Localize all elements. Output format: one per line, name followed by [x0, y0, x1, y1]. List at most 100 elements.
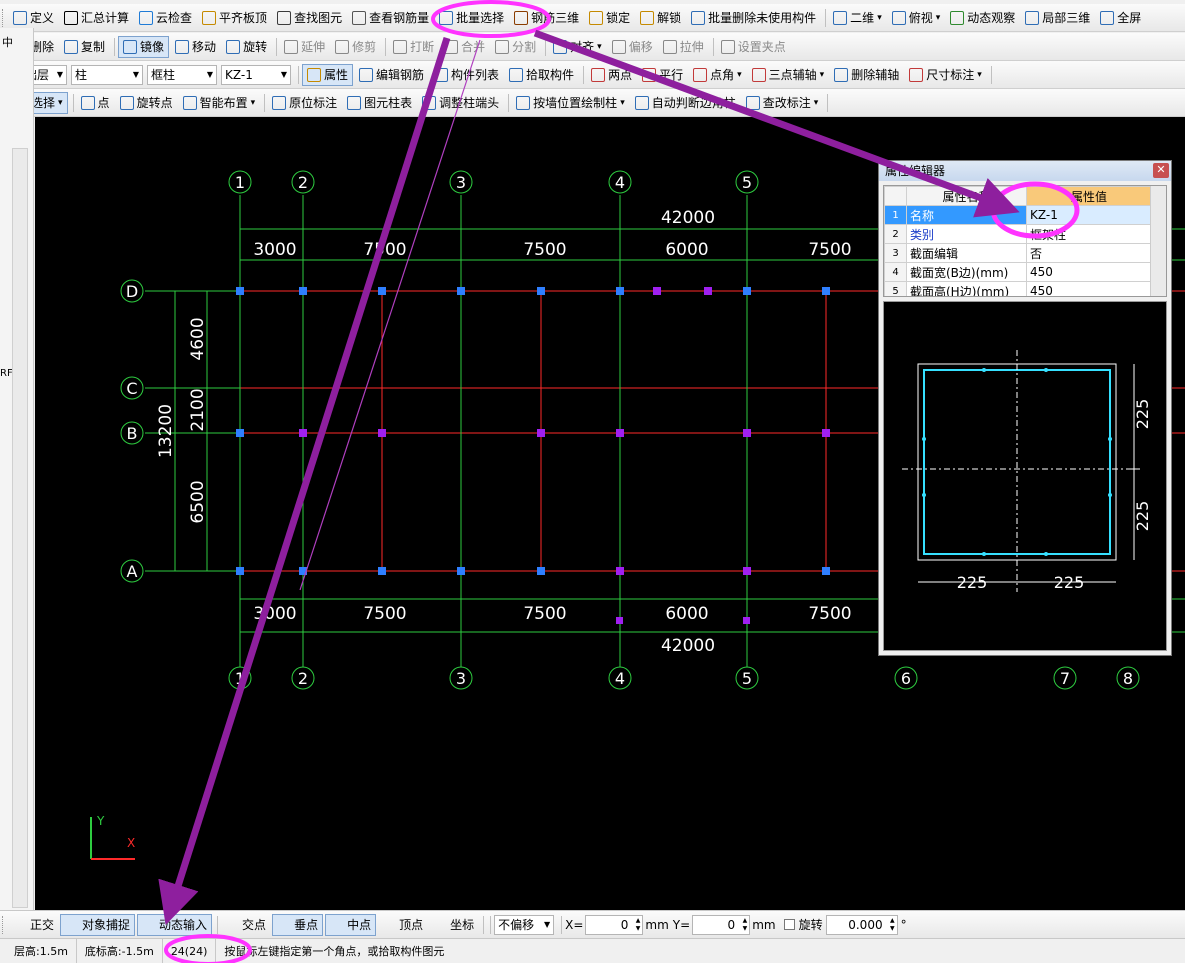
tool-move[interactable]: 移动: [171, 36, 220, 58]
tool-adjust-column-end[interactable]: 调整柱端头: [418, 92, 503, 114]
column-kz-1: [299, 287, 307, 295]
property-row[interactable]: 2 类别 框架柱: [884, 224, 1152, 244]
tool-rebar-3d[interactable]: 钢筋三维: [510, 7, 583, 29]
tool-split[interactable]: 分割: [491, 36, 540, 58]
property-row[interactable]: 5 截面高(H边)(mm) 450: [884, 281, 1152, 296]
category-select[interactable]: 柱 ▼: [71, 64, 143, 85]
tool-top-view[interactable]: 俯视 ▾: [888, 7, 945, 29]
tool-point[interactable]: 点: [77, 92, 114, 114]
tool-orbit[interactable]: 动态观察: [946, 7, 1019, 29]
tool-rotate-point[interactable]: 旋转点: [116, 92, 177, 114]
toolbar-grip[interactable]: [2, 915, 5, 934]
property-row[interactable]: 4 截面宽(B边)(mm) 450: [884, 262, 1152, 282]
tool-break[interactable]: 打断: [389, 36, 438, 58]
tool-label: 属性: [324, 68, 349, 82]
x-coordinate-input[interactable]: 0 ▲ ▼: [585, 914, 644, 935]
tool-stretch[interactable]: 拉伸: [659, 36, 708, 58]
tool-properties[interactable]: 属性: [302, 63, 354, 86]
tool-cloud-check[interactable]: 云检查: [135, 7, 196, 29]
tool-sigma[interactable]: 汇总计算: [60, 7, 133, 29]
tool-trim[interactable]: 修剪: [331, 36, 380, 58]
close-icon[interactable]: ✕: [1153, 163, 1169, 178]
tool-delete-axis[interactable]: 删除辅轴: [830, 64, 903, 86]
property-grid[interactable]: 属性名称 属性值 1 名称 KZ-1 2 类别 框架柱 3 截面编辑否 4 截面宽(B边)(mm)…: [883, 185, 1167, 297]
property-value-cell[interactable]: KZ-1: [1026, 205, 1152, 225]
property-editor-titlebar[interactable]: 属性编辑器 ✕: [879, 161, 1171, 181]
axis-label-top: 2: [298, 173, 308, 192]
tool-perpendicular[interactable]: 垂点: [272, 913, 324, 936]
tool-dynamic-input[interactable]: 动态输入: [137, 913, 213, 936]
mirror-icon: [123, 39, 138, 54]
axis-label-bottom: 7: [1060, 669, 1070, 688]
tool-grip-point[interactable]: 设置夹点: [717, 36, 790, 58]
tool-in-place-label[interactable]: 原位标注: [268, 92, 341, 114]
property-grid-scrollbar[interactable]: [1150, 186, 1166, 296]
tool-smart-layout[interactable]: 智能布置 ▾: [179, 92, 260, 114]
dropdown-arrow-icon[interactable]: ▾: [820, 70, 825, 80]
tool-align-slab[interactable]: 平齐板顶: [198, 7, 271, 29]
property-value-cell[interactable]: 否: [1026, 243, 1152, 263]
tool-copy[interactable]: 复制: [60, 36, 109, 58]
tool-pick-component[interactable]: 拾取构件: [505, 64, 578, 86]
tool-align[interactable]: 对齐 ▾: [549, 36, 606, 58]
tool-fullscreen[interactable]: 全屏: [1096, 7, 1145, 29]
tool-three-point-axis[interactable]: 三点辅轴 ▾: [748, 64, 829, 86]
column-kz-1: [537, 567, 545, 575]
property-editor-window[interactable]: 属性编辑器 ✕ 属性名称 属性值 1 名称 KZ-1 2 类别 框架柱 3 截面编辑否 4 截面宽…: [878, 160, 1172, 656]
tool-extend[interactable]: 延伸: [280, 36, 329, 58]
dropdown-arrow-icon[interactable]: ▾: [597, 42, 602, 52]
property-value-cell[interactable]: 框架柱: [1026, 224, 1152, 244]
y-coordinate-input[interactable]: 0 ▲ ▼: [692, 914, 751, 935]
tool-local-3d[interactable]: 局部三维: [1021, 7, 1094, 29]
tool-label: 选择: [31, 96, 56, 110]
left-panel-scrollbar[interactable]: [12, 148, 28, 908]
tool-unlock[interactable]: 解锁: [636, 7, 685, 29]
tool-vertex[interactable]: 顶点: [378, 914, 427, 936]
tool-point-angle[interactable]: 点角 ▾: [689, 64, 746, 86]
tool-2d[interactable]: 二维 ▾: [829, 7, 886, 29]
tool-check-label[interactable]: 查改标注 ▾: [742, 92, 823, 114]
tool-lock[interactable]: 锁定: [585, 7, 634, 29]
dropdown-arrow-icon[interactable]: ▾: [737, 70, 742, 80]
smart-layout-icon: [182, 95, 197, 110]
tool-auto-corner-column[interactable]: 自动判断边角柱: [631, 92, 740, 114]
property-value-cell[interactable]: 450: [1026, 262, 1152, 282]
tool-two-point[interactable]: 两点: [587, 64, 636, 86]
tool-midpoint[interactable]: 中点: [325, 913, 377, 936]
dropdown-arrow-icon[interactable]: ▾: [620, 98, 625, 108]
tool-merge[interactable]: 合并: [440, 36, 489, 58]
tool-view-rebar[interactable]: 查看钢筋量: [348, 7, 433, 29]
dropdown-arrow-icon[interactable]: ▾: [814, 98, 819, 108]
tool-rotate[interactable]: 旋转: [222, 36, 271, 58]
dropdown-arrow-icon[interactable]: ▾: [936, 13, 941, 23]
tool-intersection[interactable]: 交点: [221, 914, 270, 936]
tool-offset[interactable]: 偏移: [608, 36, 657, 58]
tool-coordinate[interactable]: 坐标: [429, 914, 478, 936]
dropdown-arrow-icon[interactable]: ▾: [58, 98, 63, 108]
tool-wall-column[interactable]: 按墙位置绘制柱 ▾: [512, 92, 629, 114]
tool-edit-rebar[interactable]: 编辑钢筋: [355, 64, 428, 86]
tool-mirror[interactable]: 镜像: [118, 35, 170, 58]
type-select[interactable]: 框柱 ▼: [147, 64, 217, 85]
tool-column-table[interactable]: 图元柱表: [343, 92, 416, 114]
tool-object-snap[interactable]: 对象捕捉: [60, 913, 136, 936]
component-select[interactable]: KZ-1 ▼: [221, 64, 291, 85]
tool-binoculars[interactable]: 查找图元: [273, 7, 346, 29]
dropdown-arrow-icon[interactable]: ▾: [251, 98, 256, 108]
dropdown-arrow-icon[interactable]: ▾: [877, 13, 882, 23]
tool-define[interactable]: 定义: [9, 7, 58, 29]
rotate-angle-input[interactable]: 0.000 ▲ ▼: [825, 914, 898, 935]
property-row[interactable]: 3 截面编辑否: [884, 243, 1152, 263]
property-value-cell[interactable]: 450: [1026, 281, 1152, 296]
offset-mode-select[interactable]: 不偏移 ▼: [494, 914, 555, 935]
tool-dimension[interactable]: 尺寸标注 ▾: [905, 64, 986, 86]
tool-ortho[interactable]: 正交: [9, 914, 58, 936]
property-row[interactable]: 1 名称 KZ-1: [884, 205, 1152, 225]
rotate-checkbox[interactable]: [783, 919, 795, 930]
tool-batch-select[interactable]: 批量选择: [435, 7, 508, 29]
toolbar-grip[interactable]: [2, 8, 5, 27]
tool-component-list[interactable]: 构件列表: [430, 64, 503, 86]
dropdown-arrow-icon[interactable]: ▾: [977, 70, 982, 80]
tool-batch-delete[interactable]: 批量删除未使用构件: [687, 7, 820, 29]
tool-parallel[interactable]: 平行: [638, 64, 687, 86]
